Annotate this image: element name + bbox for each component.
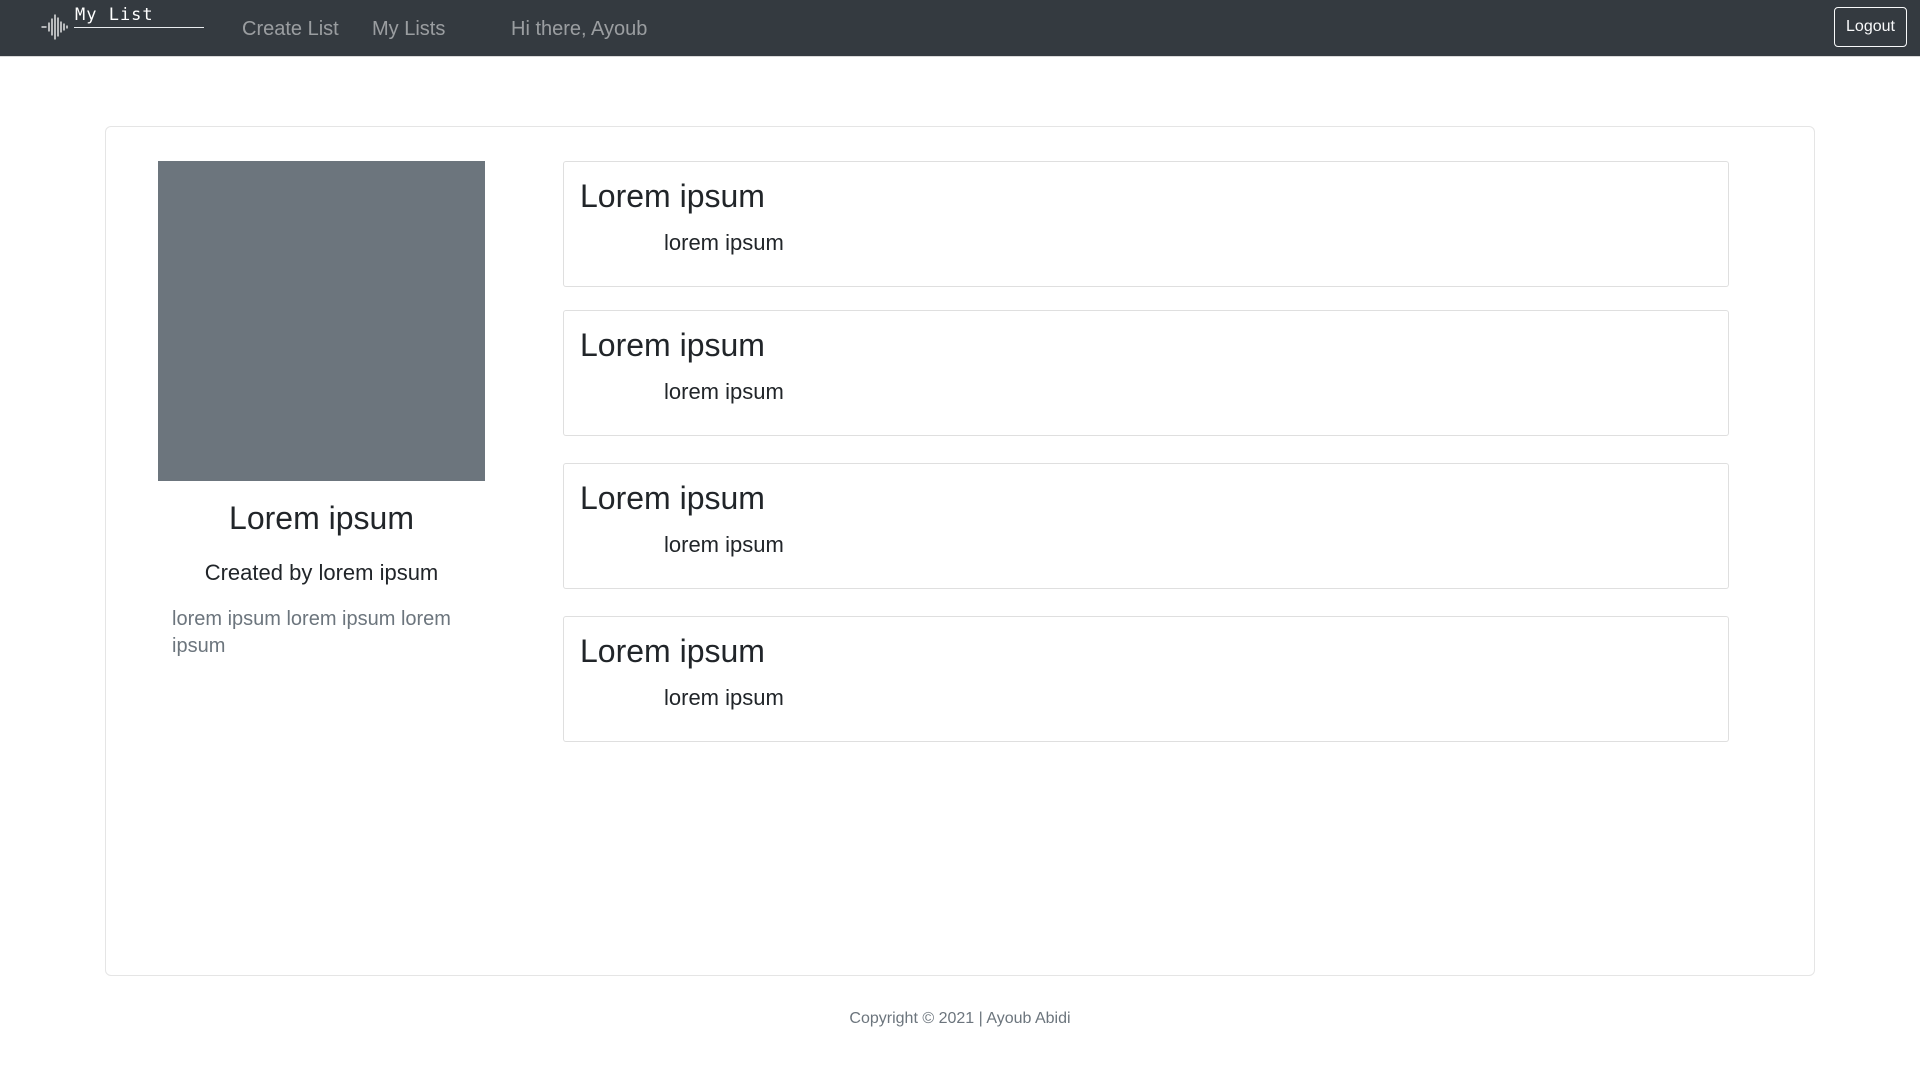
list-cover-image <box>158 161 485 481</box>
logout-button[interactable]: Logout <box>1834 7 1907 47</box>
list-item-subtitle: lorem ipsum <box>664 230 784 255</box>
navbar: My List Create List My Lists Hi there, A… <box>0 0 1920 56</box>
nav-create-list[interactable]: Create List <box>242 18 339 41</box>
list-author: Created by lorem ipsum <box>204 560 439 585</box>
brand-logo[interactable]: My List <box>40 4 206 46</box>
list-item[interactable]: Lorem ipsum lorem ipsum <box>563 310 1729 436</box>
footer-copyright: Copyright © 2021 | Ayoub Abidi <box>849 1010 1071 1027</box>
list-item[interactable]: Lorem ipsum lorem ipsum <box>563 463 1729 589</box>
list-item-title: Lorem ipsum <box>580 178 765 214</box>
list-title: Lorem ipsum <box>229 500 414 536</box>
sound-wave-icon <box>41 14 68 40</box>
list-item-subtitle: lorem ipsum <box>664 379 784 404</box>
list-description: lorem ipsum lorem ipsum lorem ipsum <box>172 608 451 657</box>
list-item-title: Lorem ipsum <box>580 480 765 516</box>
list-item[interactable]: Lorem ipsum lorem ipsum <box>563 161 1729 287</box>
list-item-subtitle: lorem ipsum <box>664 685 784 710</box>
nav-my-lists[interactable]: My Lists <box>372 18 445 41</box>
brand-name: My List <box>75 5 154 25</box>
user-greeting: Hi there, Ayoub <box>511 18 648 40</box>
brand-underline <box>74 27 204 28</box>
list-item-title: Lorem ipsum <box>580 633 765 669</box>
list-item-subtitle: lorem ipsum <box>664 532 784 557</box>
list-item-title: Lorem ipsum <box>580 327 765 363</box>
list-item[interactable]: Lorem ipsum lorem ipsum <box>563 616 1729 742</box>
